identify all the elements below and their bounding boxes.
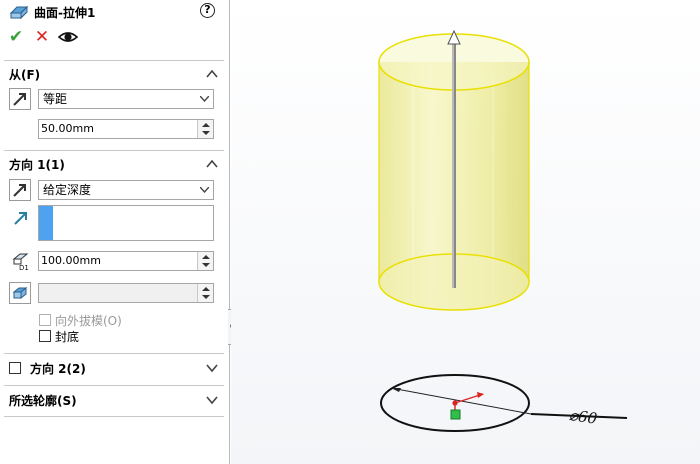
reverse-direction-icon[interactable] [9, 179, 31, 201]
cap-end-checkbox[interactable] [39, 330, 51, 342]
draft-outward-label: 向外拔模(O) [55, 314, 122, 328]
help-button[interactable]: ? [200, 3, 215, 18]
origin-point-icon[interactable] [452, 400, 458, 406]
section-title-direction1: 方向 1(1) [9, 158, 65, 172]
graphics-viewport[interactable]: ⌀60 [231, 0, 700, 464]
section-title-contours: 所选轮廓(S) [9, 394, 77, 408]
chevron-down-icon[interactable] [206, 394, 218, 406]
separator [4, 353, 224, 354]
draft-outward-checkbox[interactable] [39, 314, 51, 326]
direction1-type-value: 给定深度 [43, 183, 92, 197]
separator [4, 385, 224, 386]
spin-buttons[interactable] [197, 120, 213, 138]
from-direction-icon[interactable] [9, 88, 31, 110]
chevron-up-icon[interactable] [206, 68, 218, 80]
direction1-type-select[interactable]: 给定深度 [38, 180, 214, 200]
section-title-from: 从(F) [9, 68, 41, 82]
chevron-down-icon [200, 96, 209, 102]
spin-buttons[interactable] [197, 252, 213, 270]
panel-header: 曲面-拉伸1 ? [0, 0, 230, 24]
depth-input[interactable]: 100.00mm [38, 251, 214, 271]
section-title-direction2: 方向 2(2) [30, 362, 86, 376]
separator [4, 60, 224, 61]
from-offset-input[interactable]: 50.00mm [38, 119, 214, 139]
chevron-down-icon [200, 187, 209, 193]
dimension-arrowhead-icon [391, 388, 401, 392]
draft-toggle-icon[interactable] [9, 282, 31, 304]
cancel-button[interactable]: ✕ [32, 27, 52, 47]
model-scene: ⌀60 [378, 29, 628, 432]
from-type-value: 等距 [43, 92, 68, 106]
separator [4, 150, 224, 151]
separator [4, 416, 224, 417]
extrude-surface-icon [9, 5, 29, 20]
from-type-select[interactable]: 等距 [38, 89, 214, 109]
direction-reference-list[interactable] [38, 205, 214, 241]
depth-dimension-icon: D1 [12, 253, 29, 271]
draft-angle-input[interactable] [38, 283, 214, 303]
origin-axis-arrow-icon [477, 392, 484, 398]
list-selection-indicator [39, 206, 53, 240]
chevron-down-icon[interactable] [206, 362, 218, 374]
chevron-up-icon[interactable] [206, 158, 218, 170]
property-manager-panel: 曲面-拉伸1 ? ✔ ✕ 从(F) 等距 50.00mm 方向 1(1) 给定深… [0, 0, 230, 464]
sketch-point-icon[interactable] [450, 409, 461, 420]
cap-end-label: 封底 [55, 330, 80, 344]
from-offset-value: 50.00mm [41, 122, 94, 135]
ok-button[interactable]: ✔ [6, 27, 26, 47]
diameter-dimension-label[interactable]: ⌀60 [568, 406, 599, 428]
depth-value: 100.00mm [41, 254, 101, 267]
panel-title: 曲面-拉伸1 [34, 6, 96, 20]
action-row: ✔ ✕ [0, 27, 230, 51]
spin-buttons[interactable] [197, 284, 213, 302]
direction2-checkbox[interactable] [9, 362, 21, 374]
svg-text:D1: D1 [19, 264, 29, 271]
preview-eye-icon[interactable] [58, 27, 78, 47]
direction-vector-icon [14, 212, 27, 225]
